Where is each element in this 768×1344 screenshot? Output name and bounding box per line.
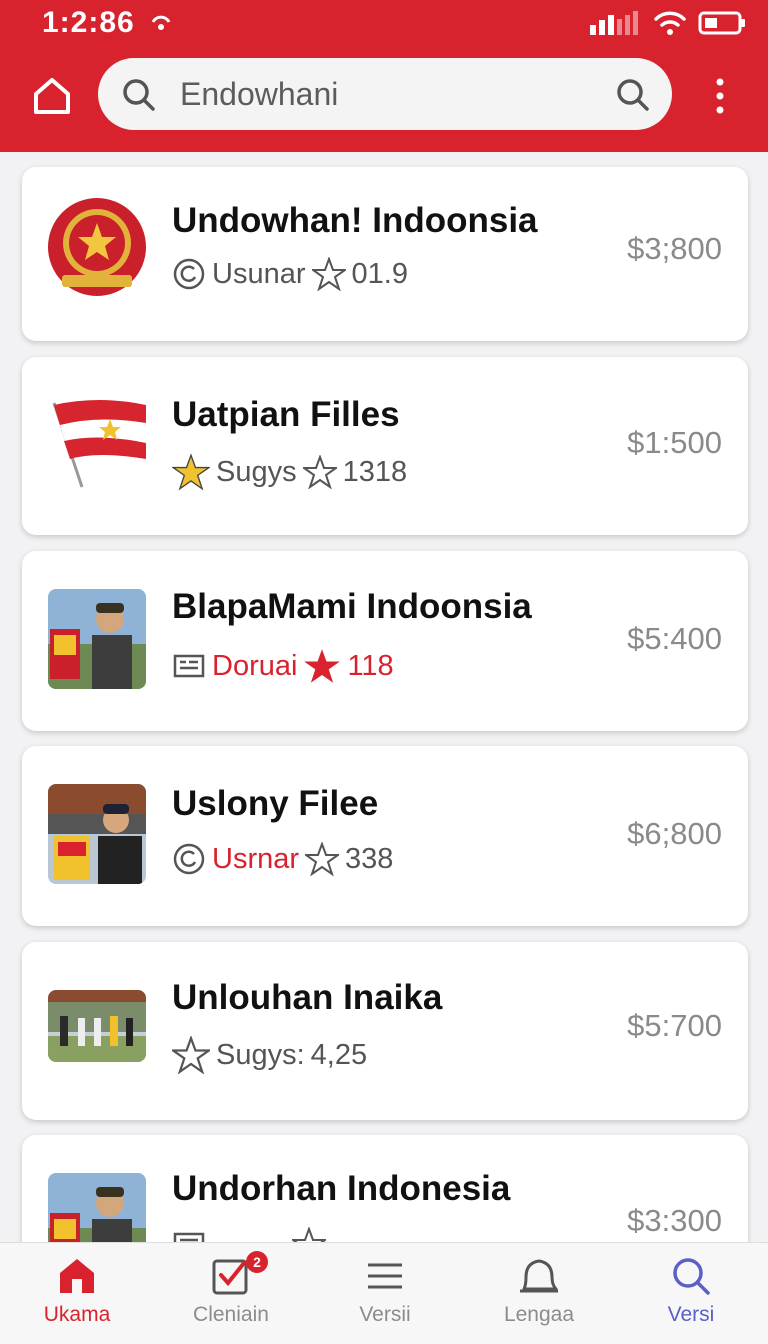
item-title: Unlouhan Inaika [172, 978, 443, 1017]
item-title: Undorhan Indonesia [172, 1169, 511, 1208]
item-meta-label: Usunar [212, 257, 306, 290]
search-icon [670, 1255, 712, 1302]
home-icon [34, 78, 70, 114]
item-meta-label: Doruai [212, 649, 298, 682]
item-price: $3:300 [627, 1203, 722, 1238]
item-rating: 01.9 [351, 257, 408, 290]
list-item[interactable]: BlapaMami Indoonsia Doruai 118 $5:400 [22, 551, 748, 731]
item-meta: Sugys 1318 [172, 453, 407, 491]
item-meta [172, 1227, 332, 1242]
star-outline-icon [302, 455, 337, 489]
bottom-navigation: Ukama 2 Cleniain Versii Lengaa Versi [0, 1242, 768, 1344]
list-item[interactable]: Uslony Filee Usrnar 338 $6;800 [22, 746, 748, 926]
item-meta-label: Sugys [216, 455, 297, 488]
item-title: Undowhan! Indoonsia [172, 201, 538, 240]
result-list: Undowhan! Indoonsia Usunar 01.9 $3;800 U… [0, 152, 768, 1242]
status-icons [590, 10, 746, 41]
item-meta-label: Sugys: [216, 1038, 305, 1071]
nav-tab-lengaa[interactable]: Lengaa [462, 1243, 616, 1344]
document-icon [172, 649, 206, 683]
wifi-icon [654, 10, 686, 41]
list-item[interactable]: Uatpian Filles Sugys 1318 $1:500 [22, 357, 748, 535]
item-rating: 118 [347, 649, 394, 682]
status-time: 1:2:86 [42, 6, 135, 39]
item-meta: Sugys: 4,25 [172, 1036, 367, 1074]
photo-thumbnail [48, 589, 146, 689]
nav-label: Ukama [43, 1303, 111, 1326]
item-price: $5:400 [627, 621, 722, 656]
nav-tab-versi[interactable]: Versi [614, 1243, 768, 1344]
item-price: $6;800 [627, 816, 722, 851]
nav-tab-versii[interactable]: Versii [308, 1243, 462, 1344]
search-input[interactable]: Endowhani [180, 76, 338, 113]
item-title: BlapaMami Indoonsia [172, 587, 532, 626]
signal-icon [590, 11, 642, 40]
photo-thumbnail [48, 990, 146, 1062]
list-item[interactable]: Undowhan! Indoonsia Usunar 01.9 $3;800 [22, 167, 748, 341]
flag-thumbnail [48, 395, 146, 495]
battery-icon [698, 10, 746, 41]
item-price: $3;800 [627, 231, 722, 266]
item-meta-label: Usrnar [212, 842, 300, 875]
more-vertical-icon [716, 78, 724, 114]
item-rating: 4,25 [310, 1038, 368, 1071]
status-bar: 1:2:86 [0, 0, 768, 48]
star-filled-red-icon [303, 647, 341, 685]
star-outline-icon [311, 257, 346, 291]
star-outline-icon [305, 842, 340, 876]
nav-label: Versi [667, 1303, 715, 1326]
list-item[interactable]: Undorhan Indonesia $3:300 [22, 1135, 748, 1242]
photo-thumbnail [48, 784, 146, 884]
item-price: $5:700 [627, 1008, 722, 1043]
notification-badge: 2 [246, 1251, 268, 1273]
item-rating: 1318 [342, 455, 408, 488]
item-rating: 338 [345, 842, 394, 875]
item-title: Uatpian Filles [172, 395, 400, 434]
photo-thumbnail [48, 1173, 146, 1242]
home-filled-icon [56, 1255, 98, 1302]
item-meta: Doruai 118 [172, 647, 394, 685]
search-icon [122, 78, 156, 117]
star-filled-gold-icon [172, 453, 210, 491]
menu-lines-icon [364, 1255, 406, 1302]
star-outline-icon [292, 1227, 326, 1242]
emblem-thumbnail [48, 197, 146, 297]
nav-label: Cleniain [193, 1303, 269, 1326]
refresh-circle-icon [172, 257, 206, 291]
nav-label: Versii [359, 1303, 411, 1326]
star-outline-icon [172, 1036, 210, 1074]
item-meta: Usrnar 338 [172, 842, 393, 876]
list-item[interactable]: Unlouhan Inaika Sugys: 4,25 $5:700 [22, 942, 748, 1120]
nav-tab-ukama[interactable]: Ukama [0, 1243, 154, 1344]
nav-tab-cleniain[interactable]: 2 Cleniain [154, 1243, 308, 1344]
document-icon [172, 1227, 206, 1242]
search-submit-icon[interactable] [616, 78, 650, 117]
bell-icon [516, 1255, 562, 1302]
refresh-circle-icon [172, 842, 206, 876]
more-options-button[interactable] [704, 74, 736, 118]
nav-label: Lengaa [503, 1303, 575, 1326]
hotspot-icon [150, 12, 172, 39]
search-bar[interactable]: Endowhani [98, 58, 672, 130]
item-title: Uslony Filee [172, 784, 379, 823]
app-header: 1:2:86 Endowhani [0, 0, 768, 152]
item-price: $1:500 [627, 425, 722, 460]
home-button[interactable] [28, 72, 76, 120]
item-meta: Usunar 01.9 [172, 257, 408, 291]
